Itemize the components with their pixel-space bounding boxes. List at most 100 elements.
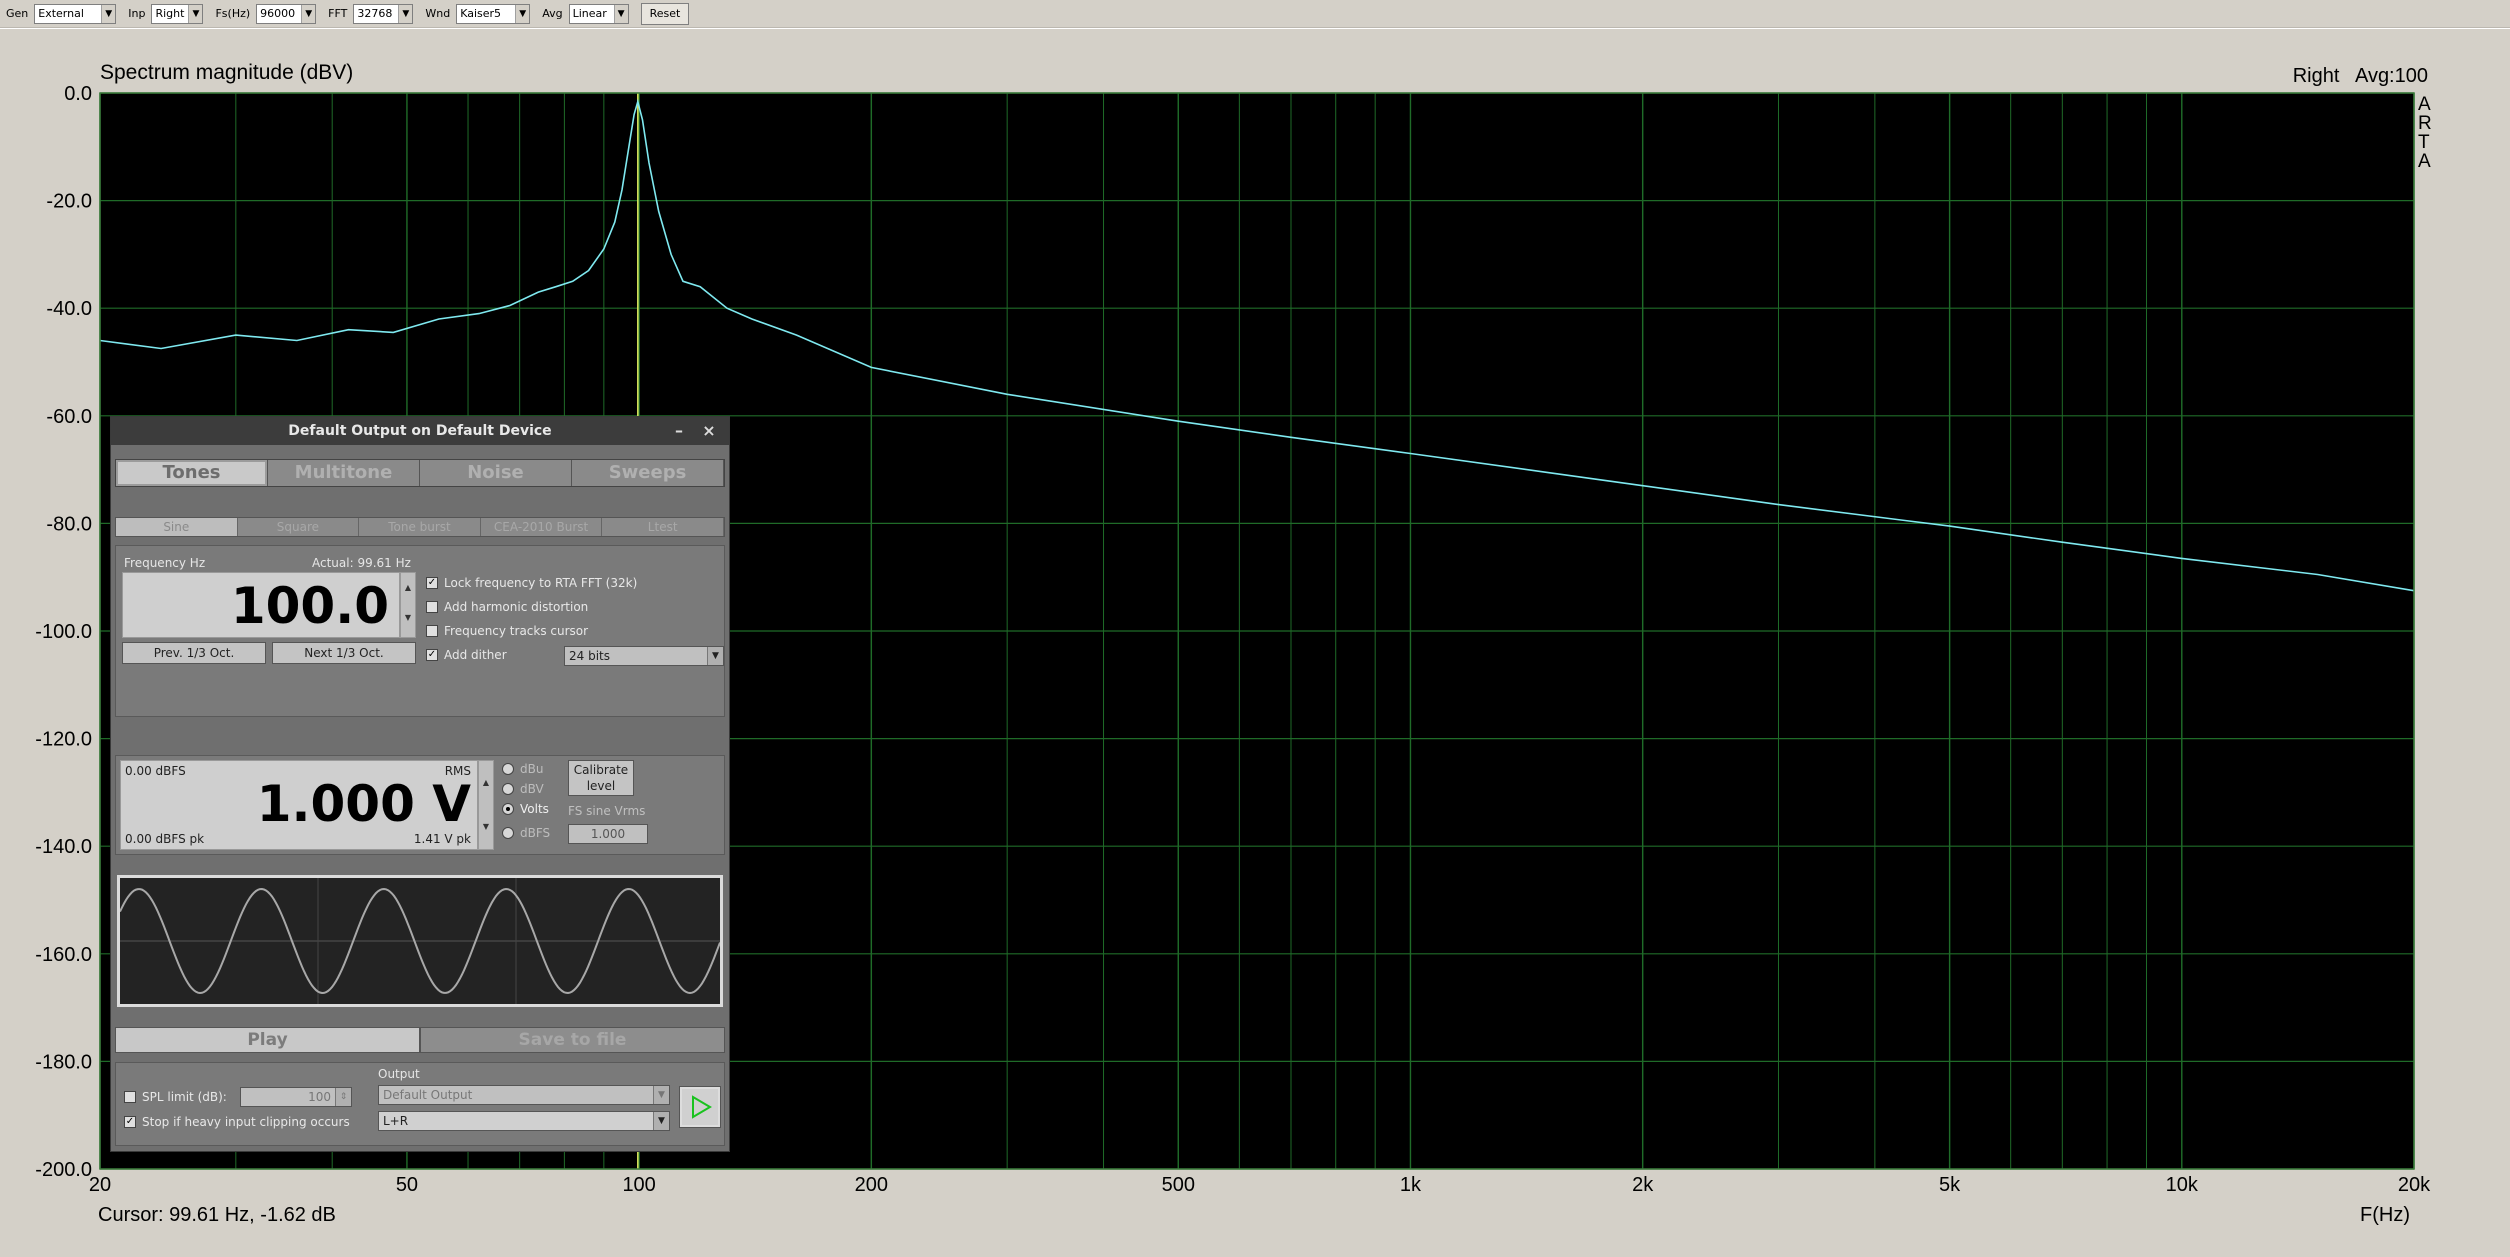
check-icon: ✓ [426,577,438,589]
frequency-input[interactable]: 100.0 [122,572,400,638]
avg-select-value: Linear [572,6,607,20]
y-tick-label: -200.0 [35,1159,92,1181]
radio-icon [502,763,514,775]
subtab-ltest[interactable]: Ltest [602,518,724,536]
level-dbfs: 0.00 dBFS [125,764,186,778]
y-tick-label: -40.0 [46,298,92,320]
subtab-sine[interactable]: Sine [116,518,238,536]
dither-bits-select[interactable]: 24 bits ▼ [564,646,724,666]
wnd-select-value: Kaiser5 [460,6,502,20]
check-icon: ✓ [426,649,438,661]
frequency-value: 100.0 [230,577,389,635]
add-dither-label: Add dither [444,648,507,662]
x-tick-label: 20k [2398,1174,2431,1196]
tab-sweeps[interactable]: Sweeps [572,460,724,486]
level-peak-volts: 1.41 V pk [413,832,471,846]
output-device-value: Default Output [383,1088,473,1102]
add-dither-checkbox[interactable]: ✓ Add dither [426,648,507,662]
tab-tones[interactable]: Tones [116,460,268,486]
inp-label: Inp [128,7,146,20]
level-panel: 0.00 dBFS RMS 1.000 V 0.00 dBFS pk 1.41 … [115,755,725,855]
inp-select-value: Right [155,6,185,20]
radio-icon [502,827,514,839]
play-button[interactable]: Play [115,1027,420,1053]
minimize-icon[interactable]: – [669,421,689,441]
subtab-tone-burst[interactable]: Tone burst [359,518,481,536]
fs-sine-input[interactable]: 1.000 [568,824,648,844]
stop-clipping-checkbox[interactable]: ✓ Stop if heavy input clipping occurs [124,1115,350,1129]
x-tick-label: 5k [1939,1174,1961,1196]
unit-volts-label: Volts [520,802,549,816]
y-tick-label: -180.0 [35,1051,92,1073]
frequency-stepper[interactable]: ▲ ▼ [400,572,416,638]
level-input[interactable]: 0.00 dBFS RMS 1.000 V 0.00 dBFS pk 1.41 … [120,760,478,850]
check-icon: ✓ [124,1116,136,1128]
cursor-readout: Cursor: 99.61 Hz, -1.62 dB [98,1204,336,1226]
output-panel: SPL limit (dB): 100 ⇕ ✓ Stop if heavy inpu… [115,1062,725,1146]
x-tick-label: 20 [89,1174,111,1196]
fs-select[interactable]: 96000 ▼ [256,3,317,24]
next-third-octave-button[interactable]: Next 1/3 Oct. [272,642,416,664]
chevron-down-icon: ▼ [301,4,316,23]
x-tick-label: 1k [1400,1174,1422,1196]
x-tick-label: 200 [855,1174,888,1196]
play-icon-button[interactable] [680,1087,720,1127]
chevron-down-icon: ▼ [515,4,530,23]
unit-dbu-radio[interactable]: dBu [502,762,543,776]
unit-dbfs-label: dBFS [520,826,551,840]
chevron-down-icon: ▼ [613,4,628,23]
chevron-down-icon: ▼ [707,647,723,665]
prev-third-octave-button[interactable]: Prev. 1/3 Oct. [122,642,266,664]
y-tick-label: -120.0 [35,729,92,751]
fft-select[interactable]: 32768 ▼ [353,3,414,24]
channel-select[interactable]: L+R ▼ [378,1111,670,1131]
x-tick-label: 2k [1632,1174,1654,1196]
reset-button[interactable]: Reset [640,2,690,25]
harmonic-distortion-checkbox[interactable]: Add harmonic distortion [426,600,588,614]
chevron-down-icon: ▼ [398,4,413,23]
lock-frequency-label: Lock frequency to RTA FFT (32k) [444,576,638,590]
unit-volts-radio[interactable]: Volts [502,802,549,816]
chevron-down-icon: ▼ [653,1086,669,1104]
close-icon[interactable]: × [699,421,719,441]
unit-dbv-label: dBV [520,782,544,796]
play-icon [692,1095,712,1119]
x-tick-label: 500 [1162,1174,1195,1196]
channel-value: L+R [383,1114,409,1128]
generator-window[interactable]: Default Output on Default Device – × Ton… [110,416,730,1152]
avg-label: Avg [542,7,563,20]
spl-limit-label: SPL limit (dB): [142,1090,227,1104]
subtab-cea-burst[interactable]: CEA-2010 Burst [480,518,603,536]
save-to-file-button[interactable]: Save to file [420,1027,725,1053]
radio-selected-icon [502,803,514,815]
unit-dbfs-radio[interactable]: dBFS [502,826,550,840]
harmonic-distortion-label: Add harmonic distortion [444,600,589,614]
frequency-tracks-label: Frequency tracks cursor [444,624,589,638]
calibrate-level-button[interactable]: Calibrate level [568,760,634,796]
tab-multitone[interactable]: Multitone [268,460,420,486]
y-tick-label: -60.0 [46,406,92,428]
y-tick-label: -20.0 [46,191,92,213]
frequency-tracks-checkbox[interactable]: Frequency tracks cursor [426,624,588,638]
spl-limit-input[interactable]: 100 ⇕ [240,1087,352,1107]
tab-noise[interactable]: Noise [420,460,572,486]
avg-select[interactable]: Linear ▼ [568,3,629,24]
inp-select[interactable]: Right ▼ [151,3,204,24]
chevron-down-icon: ▼ [653,1112,669,1130]
frequency-panel: Frequency Hz Actual: 99.61 Hz 100.0 ▲ ▼ P… [115,545,725,717]
wnd-select[interactable]: Kaiser5 ▼ [456,3,531,24]
frequency-actual: Actual: 99.61 Hz [312,556,411,570]
checkbox-empty-icon [124,1091,136,1103]
waveform-preview [117,875,723,1007]
subtab-square[interactable]: Square [237,518,360,536]
gen-select[interactable]: External ▼ [34,3,117,24]
generator-titlebar[interactable]: Default Output on Default Device – × [111,417,729,445]
spl-limit-checkbox[interactable]: SPL limit (dB): [124,1090,227,1104]
chevron-down-icon: ▼ [188,4,203,23]
output-device-select[interactable]: Default Output ▼ [378,1085,670,1105]
unit-dbv-radio[interactable]: dBV [502,782,544,796]
lock-frequency-checkbox[interactable]: ✓ Lock frequency to RTA FFT (32k) [426,576,637,590]
x-tick-label: 50 [396,1174,418,1196]
level-stepper[interactable]: ▲ ▼ [478,760,494,850]
fft-label: FFT [328,7,348,20]
